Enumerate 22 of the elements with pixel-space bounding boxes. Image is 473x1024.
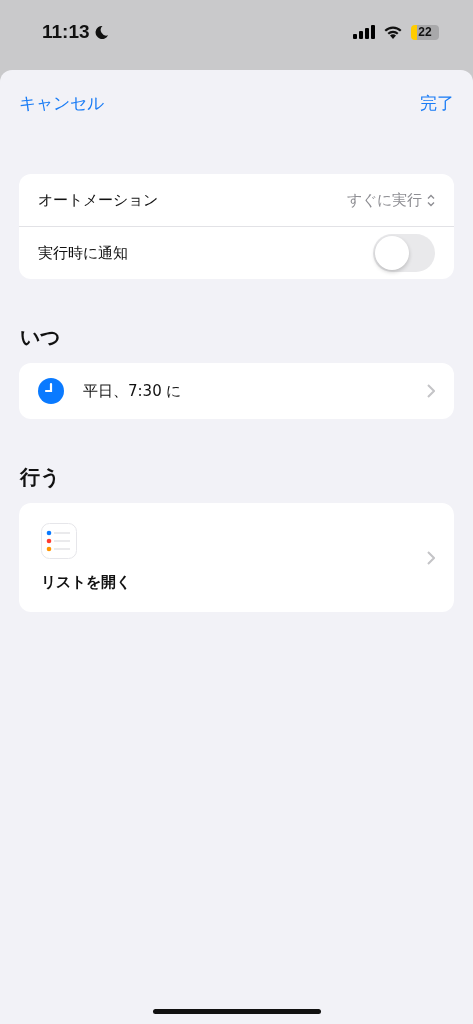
setting-label: オートメーション	[38, 190, 158, 210]
section-heading: 行う	[20, 467, 60, 487]
clock-icon	[38, 378, 64, 404]
action-row[interactable]: リストを開く	[19, 503, 454, 612]
time: 11:13	[42, 21, 90, 43]
chevron-icon	[427, 384, 435, 398]
action-title: リストを開く	[41, 573, 131, 592]
moon-icon	[93, 24, 109, 40]
section-heading: いつ	[20, 327, 60, 347]
wifi-icon	[383, 25, 403, 39]
battery-level: 22	[411, 24, 439, 40]
setting-label: 実行時に通知	[38, 243, 128, 263]
toggle-switch[interactable]	[373, 234, 435, 272]
list-icon	[41, 523, 77, 559]
signal-icon	[353, 25, 375, 39]
trigger-label: 平日、7:30 に	[83, 381, 182, 401]
chevron-icon	[427, 550, 435, 565]
up-down-chevron-icon	[427, 193, 435, 207]
picker-button[interactable]: すぐに実行	[347, 190, 435, 210]
trigger-row[interactable]: 平日、7:30 に	[19, 363, 454, 419]
done-button[interactable]: 完了	[420, 91, 454, 115]
cancel-button[interactable]: キャンセル	[19, 91, 104, 115]
